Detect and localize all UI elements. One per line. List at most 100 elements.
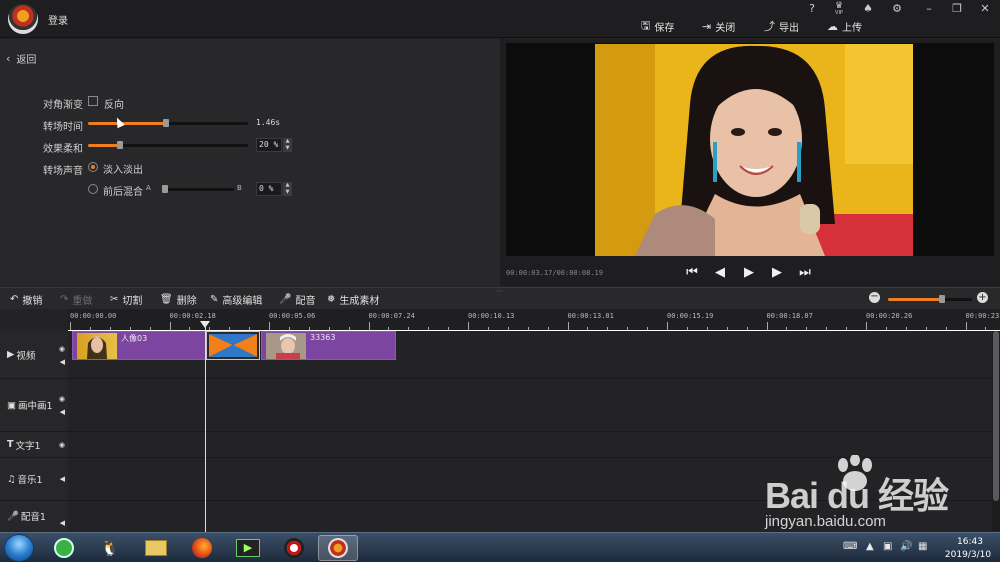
mix-slider-handle[interactable] xyxy=(162,185,168,193)
track-head-music[interactable]: ♫ 音乐1 ◀ xyxy=(0,458,68,501)
undo-icon: ↶ xyxy=(10,293,19,305)
zoom-slider-handle[interactable] xyxy=(938,295,945,303)
timeline-zoom-slider[interactable] xyxy=(888,295,972,303)
clock-date[interactable]: 2019/3/10 xyxy=(938,550,998,560)
step-forward-icon[interactable]: ▶ xyxy=(769,265,785,281)
close-project-button[interactable]: ⇥ 关闭 xyxy=(702,18,735,34)
gear-icon[interactable]: ⚙ xyxy=(890,2,904,16)
film-reel-icon: ❅ xyxy=(327,293,336,305)
softness-slider-handle[interactable] xyxy=(117,141,123,149)
ruler-minor-tick xyxy=(826,327,828,330)
login-link[interactable]: 登录 xyxy=(48,12,68,27)
undo-button[interactable]: ↶ 撤销 xyxy=(10,292,42,307)
play-icon[interactable]: ▶ xyxy=(741,265,757,281)
microphone-icon: 🎤 xyxy=(7,510,19,522)
timeline-scrollbar[interactable] xyxy=(992,331,1000,531)
ruler-minor-tick xyxy=(945,327,947,330)
minimize-icon[interactable]: – xyxy=(922,2,936,16)
dub-button[interactable]: 🎤 配音 xyxy=(279,292,315,307)
bell-icon[interactable]: ♠ xyxy=(861,2,875,16)
eye-icon[interactable]: ◉ xyxy=(59,395,65,403)
save-button[interactable]: 🖫 保存 xyxy=(641,18,674,34)
mix-radio[interactable] xyxy=(88,184,98,194)
clock-time[interactable]: 16:43 xyxy=(945,537,995,547)
pip-lane[interactable] xyxy=(68,379,992,432)
speaker-icon[interactable]: ◀ xyxy=(60,408,65,416)
speaker-icon[interactable]: ◀ xyxy=(60,358,65,366)
taskbar-app-editor[interactable] xyxy=(318,535,358,561)
taskbar-app-player[interactable]: ▶ xyxy=(228,535,268,561)
upload-cloud-icon: ☁ xyxy=(827,19,838,33)
redo-icon: ↷ xyxy=(60,293,69,305)
track-head-video[interactable]: ▶ 视频 ◉ ◀ xyxy=(0,331,68,379)
ruler-minor-tick xyxy=(229,327,231,330)
scrollbar-thumb[interactable] xyxy=(993,331,999,501)
video-lane[interactable]: 人像03 33363 xyxy=(68,331,992,379)
taskbar-app-qq[interactable]: 🐧 xyxy=(90,535,130,561)
delete-button[interactable]: 🗑 删除 xyxy=(160,292,197,307)
ruler-time-label: 00:00:00.00 xyxy=(70,312,117,320)
delete-label: 删除 xyxy=(176,295,197,307)
cut-button[interactable]: ✂ 切割 xyxy=(110,292,142,307)
softness-spinner[interactable]: ▲ ▼ xyxy=(283,138,292,152)
skip-start-icon[interactable]: ⏮ xyxy=(684,265,700,281)
mix-input[interactable]: 0 % xyxy=(256,182,282,196)
fade-radio[interactable] xyxy=(88,162,98,172)
playhead-line[interactable] xyxy=(205,321,206,533)
network-icon[interactable]: ▦ xyxy=(918,541,927,552)
taskbar-app-360[interactable] xyxy=(44,535,84,561)
zoom-in-icon[interactable]: + xyxy=(977,292,988,303)
zoom-out-icon[interactable]: − xyxy=(869,292,880,303)
eye-icon[interactable]: ◉ xyxy=(59,441,65,449)
duration-slider[interactable] xyxy=(88,119,248,127)
upload-button[interactable]: ☁ 上传 xyxy=(827,18,862,34)
preview-screen[interactable] xyxy=(506,43,994,256)
close-icon[interactable]: ✕ xyxy=(978,2,992,16)
redo-button[interactable]: ↷ 重做 xyxy=(60,292,92,307)
softness-slider[interactable] xyxy=(88,141,248,149)
speaker-icon[interactable]: ◀ xyxy=(60,475,65,483)
duration-slider-handle[interactable] xyxy=(163,119,170,127)
trash-icon: 🗑 xyxy=(160,293,173,305)
taskbar-app-firefox[interactable] xyxy=(182,535,222,561)
mouse-cursor-icon xyxy=(113,115,125,129)
vip-icon[interactable]: ♛ VIP xyxy=(832,2,846,17)
keyboard-icon[interactable]: ⌨ xyxy=(843,541,857,552)
usb-icon[interactable]: ▣ xyxy=(883,541,892,552)
transition-settings-panel: ‹ 返回 对角渐变 反向 转场时间 1.46s 效果柔和 20 % ▲ ▼ 转场声… xyxy=(0,39,500,286)
skip-end-icon[interactable]: ⏭ xyxy=(797,265,813,281)
track-head-voice[interactable]: 🎤 配音1 ◀ xyxy=(0,501,68,531)
ruler-minor-tick xyxy=(428,327,430,330)
taskbar-app-recorder[interactable] xyxy=(274,535,314,561)
track-head-pip[interactable]: ▣ 画中画1 ◉ ◀ xyxy=(0,379,68,432)
track-head-text[interactable]: T 文字1 ◉ xyxy=(0,432,68,458)
ruler-minor-tick xyxy=(885,327,887,330)
video-clip[interactable]: 33363 xyxy=(261,331,396,360)
transition-block[interactable] xyxy=(206,331,260,360)
splitter-handle[interactable]: ⋯ xyxy=(496,287,503,295)
back-button[interactable]: ‹ 返回 xyxy=(6,51,36,66)
tray-arrow-icon[interactable]: ▲ xyxy=(866,541,874,552)
speaker-icon[interactable]: ◀ xyxy=(60,519,65,527)
taskbar-app-explorer[interactable] xyxy=(136,535,176,561)
softness-input[interactable]: 20 % xyxy=(256,138,282,152)
export-button[interactable]: ⤴ 导出 xyxy=(764,18,799,34)
reverse-checkbox[interactable] xyxy=(88,96,98,106)
help-icon[interactable]: ? xyxy=(805,2,819,16)
ruler-time-label: 00:00:05.06 xyxy=(269,312,316,320)
video-clip[interactable]: 人像03 xyxy=(72,331,206,360)
mix-slider[interactable] xyxy=(162,185,234,193)
exit-icon: ⇥ xyxy=(702,19,712,33)
generate-material-button[interactable]: ❅ 生成素材 xyxy=(327,292,379,307)
step-back-icon[interactable]: ◀ xyxy=(712,265,728,281)
save-label: 保存 xyxy=(654,22,675,34)
softness-label: 效果柔和 xyxy=(43,144,83,155)
start-button[interactable] xyxy=(4,534,34,562)
mix-spinner[interactable]: ▲ ▼ xyxy=(283,182,292,196)
app-logo[interactable] xyxy=(8,4,38,34)
volume-icon[interactable]: 🔊 xyxy=(900,541,912,552)
advanced-edit-button[interactable]: ✎ 高级编辑 xyxy=(210,292,262,307)
ruler-major-tick xyxy=(766,322,768,330)
maximize-icon[interactable]: ❐ xyxy=(950,2,964,16)
eye-icon[interactable]: ◉ xyxy=(59,345,65,353)
